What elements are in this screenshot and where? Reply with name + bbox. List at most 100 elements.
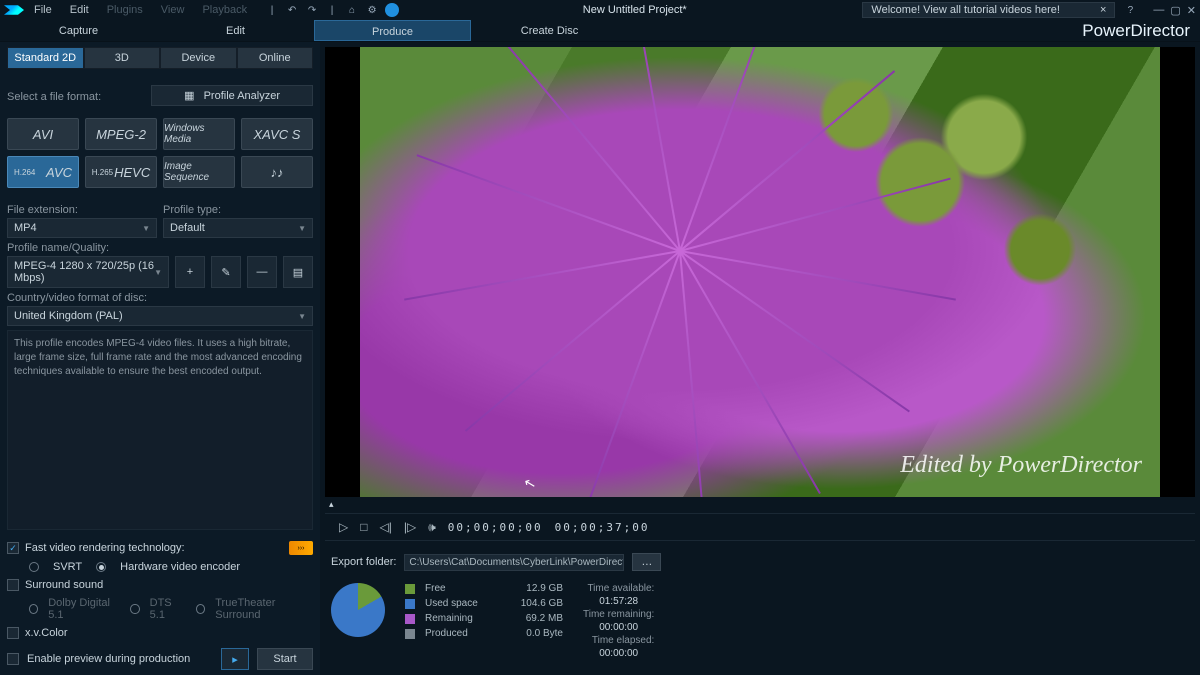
country-label: Country/video format of disc: [7, 292, 313, 304]
profile-type-select[interactable]: Default ▼ [163, 218, 313, 238]
time-remaining-label: Time remaining: [583, 609, 654, 620]
welcome-banner[interactable]: Welcome! View all tutorial videos here! … [862, 2, 1115, 18]
subtab-device[interactable]: Device [160, 47, 237, 69]
menu-playback: Playback [202, 4, 247, 16]
undo-icon[interactable]: ↶ [285, 3, 299, 17]
volume-icon[interactable]: 🕪 [428, 520, 436, 535]
format-avc[interactable]: H.264AVC [7, 156, 79, 188]
project-title: New Untitled Project* [407, 4, 862, 16]
profile-type-label: Profile type: [163, 204, 313, 216]
legend-used: Used space [425, 598, 505, 609]
format-xavcs[interactable]: XAVC S [241, 118, 313, 150]
tab-edit[interactable]: Edit [157, 20, 314, 41]
format-hevc[interactable]: H.265HEVC [85, 156, 157, 188]
chevron-down-icon: ▼ [154, 268, 162, 277]
velocity-badge: ››› [289, 541, 313, 555]
profile-analyzer-label: Profile Analyzer [204, 90, 280, 102]
notification-badge[interactable] [385, 3, 399, 17]
surround-checkbox[interactable] [7, 579, 19, 591]
menu-edit[interactable]: Edit [70, 4, 89, 16]
profile-name-label: Profile name/Quality: [7, 242, 313, 254]
export-folder-field[interactable]: C:\Users\Cat\Documents\CyberLink\PowerDi… [404, 554, 624, 571]
edit-profile-button[interactable]: ✎ [211, 256, 241, 288]
scrub-bar[interactable]: ▴ [325, 499, 1195, 511]
redo-icon[interactable]: ↷ [305, 3, 319, 17]
export-folder-label: Export folder: [331, 556, 396, 568]
help-icon[interactable]: ? [1123, 3, 1137, 17]
file-ext-value: MP4 [14, 222, 37, 234]
country-value: United Kingdom (PAL) [14, 310, 123, 322]
dd51-radio [29, 604, 38, 614]
profile-name-select[interactable]: MPEG-4 1280 x 720/25p (16 Mbps)▼ [7, 256, 169, 288]
playhead-icon[interactable]: ▴ [329, 499, 334, 510]
swatch-produced [405, 629, 415, 639]
tab-capture[interactable]: Capture [0, 20, 157, 41]
welcome-text: Welcome! View all tutorial videos here! [871, 4, 1060, 16]
time-elapsed-value: 00:00:00 [583, 648, 654, 659]
preview-button[interactable]: ▸ [221, 648, 249, 670]
browse-button[interactable]: … [632, 553, 661, 571]
profile-description: This profile encodes MPEG-4 video files.… [7, 330, 313, 530]
gear-icon[interactable]: ⚙ [365, 3, 379, 17]
format-image-sequence[interactable]: Image Sequence [163, 156, 235, 188]
divider: | [325, 3, 339, 17]
profile-analyzer-button[interactable]: ▦ Profile Analyzer [151, 85, 313, 106]
minimize-icon[interactable]: — [1153, 4, 1164, 17]
enable-preview-checkbox[interactable] [7, 653, 19, 665]
svrt-radio[interactable] [29, 562, 39, 572]
play-icon[interactable]: ▷ [339, 520, 348, 534]
subtab-online[interactable]: Online [237, 47, 314, 69]
app-logo [4, 2, 24, 18]
timecode-current: 00;00;00;00 [448, 521, 543, 534]
format-avi[interactable]: AVI [7, 118, 79, 150]
preview-image-overlay [360, 47, 1160, 497]
legend-produced: Produced [425, 628, 505, 639]
subtab-2d[interactable]: Standard 2D [7, 47, 84, 69]
divider: | [265, 3, 279, 17]
chevron-down-icon: ▼ [298, 224, 306, 233]
svrt-label: SVRT [53, 561, 82, 573]
profile-type-value: Default [170, 222, 205, 234]
menu-view: View [161, 4, 185, 16]
format-audio[interactable]: ♪♪ [241, 156, 313, 188]
country-select[interactable]: United Kingdom (PAL) ▼ [7, 306, 313, 326]
avc-prefix: H.264 [14, 168, 35, 177]
xvcolor-checkbox[interactable] [7, 627, 19, 639]
close-window-icon[interactable]: ✕ [1187, 4, 1196, 17]
close-icon[interactable]: × [1100, 4, 1106, 16]
legend-free: Free [425, 583, 505, 594]
profile-name-value: MPEG-4 1280 x 720/25p (16 Mbps) [14, 260, 154, 284]
maximize-icon[interactable]: ▢ [1170, 4, 1180, 17]
tt-radio [196, 604, 205, 614]
home-icon[interactable]: ⌂ [345, 3, 359, 17]
dd51-label: Dolby Digital 5.1 [48, 597, 120, 621]
add-profile-button[interactable]: + [175, 256, 205, 288]
next-frame-icon[interactable]: |▷ [404, 520, 416, 534]
file-ext-select[interactable]: MP4▼ [7, 218, 157, 238]
analyzer-icon: ▦ [184, 90, 194, 102]
menu-file[interactable]: File [34, 4, 52, 16]
surround-label: Surround sound [25, 579, 103, 591]
tab-produce[interactable]: Produce [314, 20, 471, 41]
prev-frame-icon[interactable]: ◁| [379, 520, 391, 534]
start-button[interactable]: Start [257, 648, 313, 670]
brand-label: PowerDirector [1082, 20, 1200, 41]
fast-render-checkbox[interactable]: ✓ [7, 542, 19, 554]
value-remaining: 69.2 MB [513, 613, 563, 624]
tab-create-disc[interactable]: Create Disc [471, 20, 628, 41]
subtab-3d[interactable]: 3D [84, 47, 161, 69]
value-used: 104.6 GB [513, 598, 563, 609]
hw-encoder-radio[interactable] [96, 562, 106, 572]
stop-icon[interactable]: □ [360, 520, 367, 534]
time-remaining-value: 00:00:00 [583, 622, 654, 633]
chevron-down-icon: ▼ [298, 312, 306, 321]
hw-encoder-label: Hardware video encoder [120, 561, 240, 573]
hevc-prefix: H.265 [92, 168, 113, 177]
time-available-value: 01:57:28 [583, 596, 654, 607]
tt-label: TrueTheater Surround [215, 597, 313, 621]
format-wm[interactable]: Windows Media [163, 118, 235, 150]
remove-profile-button[interactable]: — [247, 256, 277, 288]
xvcolor-label: x.v.Color [25, 627, 68, 639]
format-mpeg2[interactable]: MPEG-2 [85, 118, 157, 150]
details-profile-button[interactable]: ▤ [283, 256, 313, 288]
